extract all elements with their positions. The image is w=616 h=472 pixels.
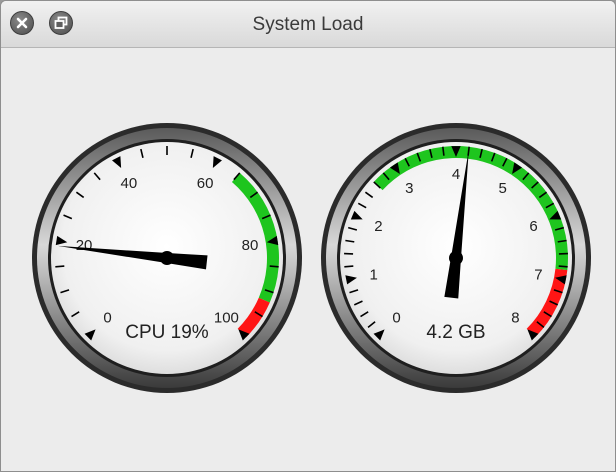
memory-tick-label: 1 (369, 266, 377, 283)
memory-tick-label: 0 (392, 309, 400, 326)
cpu-readout: CPU 19% (125, 322, 209, 343)
memory-tick-label: 2 (374, 218, 382, 235)
cpu-tick-label: 80 (242, 237, 259, 254)
cpu-gauge: 0 20 40 60 80 100 CPU 19% (32, 123, 302, 393)
cpu-tick-label: 40 (121, 175, 138, 192)
memory-needle-hub (449, 251, 463, 265)
system-load-window: System Load 0 20 40 60 80 100 CPU 19% 0 … (0, 0, 616, 472)
minor-tick (344, 265, 354, 268)
minor-tick (55, 265, 65, 268)
memory-tick-label: 8 (511, 309, 519, 326)
cpu-needle-hub (160, 251, 174, 265)
cpu-tick-label: 60 (197, 175, 214, 192)
cpu-tick-label: 20 (76, 237, 93, 254)
gauges-canvas: 0 20 40 60 80 100 CPU 19% 0 1 2 3 4 5 6 … (32, 123, 591, 393)
minor-tick (558, 265, 568, 268)
title-bar[interactable]: System Load (1, 1, 615, 48)
memory-tick-label: 6 (529, 218, 537, 235)
minor-tick (442, 146, 445, 156)
cpu-tick-label: 100 (214, 309, 239, 326)
memory-tick-label: 4 (452, 166, 460, 183)
memory-tick-label: 3 (405, 180, 413, 197)
memory-tick-label: 5 (498, 180, 506, 197)
window-title: System Load (252, 14, 364, 35)
memory-tick-label: 7 (534, 266, 542, 283)
memory-readout: 4.2 GB (426, 322, 485, 343)
memory-gauge: 0 1 2 3 4 5 6 7 8 4.2 GB (321, 123, 591, 393)
gauges-area: 0 20 40 60 80 100 CPU 19% 0 1 2 3 4 5 6 … (1, 47, 615, 471)
cpu-tick-label: 0 (103, 309, 111, 326)
minor-tick (269, 265, 279, 268)
